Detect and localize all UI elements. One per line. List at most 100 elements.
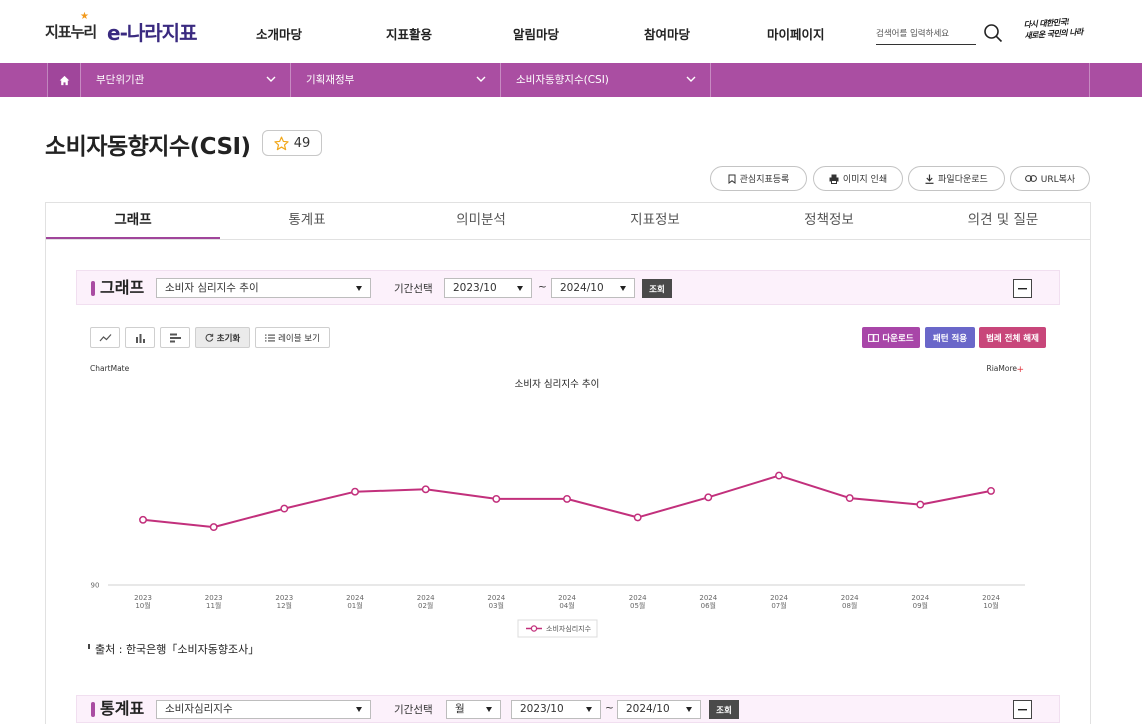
legend-item-label[interactable]: 소비자심리지수: [546, 624, 592, 633]
table-period-to-select[interactable]: 2024/10: [617, 700, 701, 719]
chart-select-value: 소비자 심리지수 추이: [165, 282, 259, 294]
breadcrumb-home[interactable]: [47, 63, 80, 97]
y-axis-labels: 90: [91, 582, 100, 590]
print-image-button[interactable]: 이미지 인쇄: [813, 166, 903, 191]
source-text: 출처 : 한국은행「소비자동향조사」: [95, 643, 260, 656]
graph-section-header: 그래프 소비자 심리지수 추이 기간선택 2023/10 ~ 2024/10 조…: [76, 270, 1060, 305]
dropdown-arrow-icon: [620, 286, 626, 291]
graph-search-button[interactable]: 조회: [642, 279, 672, 298]
label-view-button[interactable]: 레이블 보기: [255, 327, 330, 348]
tab-statistics-table[interactable]: 통계표: [220, 203, 394, 239]
breadcrumb: 부단위기관 기획재정부 소비자동향지수(CSI): [0, 63, 1142, 97]
data-point[interactable]: [280, 504, 289, 513]
x-tick-label-month: 07월: [771, 601, 786, 610]
logo-star-icon: ★: [80, 11, 89, 22]
page-title: 소비자동향지수(CSI): [45, 134, 251, 160]
list-icon: [265, 334, 276, 341]
y-tick-label: 90: [91, 582, 100, 590]
period-from-value: 2023/10: [453, 282, 497, 294]
period-unit-select[interactable]: 월: [446, 700, 501, 719]
file-download-button[interactable]: 파일다운로드: [908, 166, 1005, 191]
x-tick-label-year: 2024: [558, 594, 576, 602]
breadcrumb-select-agency-type[interactable]: 부단위기관: [80, 63, 290, 97]
site-logo[interactable]: e-나라지표: [107, 17, 197, 46]
chart-download-button[interactable]: 다운로드: [862, 327, 920, 348]
x-tick-label-year: 2024: [417, 594, 435, 602]
chart-watermark-right: RiaMore: [987, 364, 1018, 373]
horizontal-bar-chart-button[interactable]: [160, 327, 190, 348]
data-point[interactable]: [421, 485, 430, 494]
nav-item-participation[interactable]: 참여마당: [644, 24, 690, 43]
table-period-to-value: 2024/10: [626, 703, 670, 715]
table-item-select[interactable]: 소비자심리지수: [156, 700, 371, 719]
line-chart: ChartMate RiaMore + 소비자 심리지수 추이 90 20231…: [90, 364, 1025, 638]
book-icon: [868, 333, 880, 342]
data-point[interactable]: [775, 471, 783, 480]
tab-graph[interactable]: 그래프: [46, 203, 220, 239]
x-tick-label-month: 05월: [630, 601, 645, 610]
logo-sub-text[interactable]: 지표누리: [45, 21, 97, 42]
data-point[interactable]: [845, 494, 854, 503]
x-tick-label-month: 02월: [418, 601, 433, 610]
bar-chart-button[interactable]: [125, 327, 155, 348]
table-period-from-select[interactable]: 2023/10: [511, 700, 601, 719]
data-point[interactable]: [563, 494, 571, 503]
printer-icon: [829, 174, 839, 184]
tab-policy-info[interactable]: 정책정보: [742, 203, 916, 239]
bookmark-button[interactable]: 관심지표등록: [710, 166, 807, 191]
copy-url-button[interactable]: URL복사: [1010, 166, 1090, 191]
government-slogan-logo: 다시 대한민국! 새로운 국민의 나라: [1023, 15, 1096, 42]
collapse-graph-button[interactable]: [1013, 279, 1032, 298]
chart-download-label: 다운로드: [882, 333, 914, 344]
home-icon: [59, 75, 69, 85]
search-button[interactable]: [981, 21, 1005, 45]
data-point[interactable]: [139, 515, 147, 524]
search-box: [876, 21, 976, 45]
table-search-button[interactable]: 조회: [709, 700, 739, 719]
x-tick-label-month: 09월: [913, 601, 928, 610]
data-point[interactable]: [704, 493, 713, 502]
chart-reset-button[interactable]: 초기화: [195, 327, 250, 348]
favorite-count-button[interactable]: 49: [262, 130, 322, 156]
minus-icon: [1018, 708, 1027, 710]
section-marker: [91, 281, 95, 296]
x-tick-label-year: 2024: [770, 594, 788, 602]
print-label: 이미지 인쇄: [842, 175, 888, 185]
line-chart-button[interactable]: [90, 327, 120, 348]
data-point[interactable]: [351, 487, 359, 496]
label-view-label: 레이블 보기: [278, 333, 320, 344]
period-to-select[interactable]: 2024/10: [551, 278, 635, 298]
data-point[interactable]: [209, 523, 218, 532]
tab-opinion-qna[interactable]: 의견 및 질문: [916, 203, 1090, 239]
chart-watermark-left: ChartMate: [90, 364, 130, 373]
pattern-apply-button[interactable]: 패턴 적용: [925, 327, 975, 348]
legend-clear-all-button[interactable]: 범례 전체 해제: [979, 327, 1046, 348]
x-tick-label-year: 2024: [841, 594, 859, 602]
collapse-table-button[interactable]: [1013, 700, 1032, 719]
search-input[interactable]: [876, 23, 976, 45]
nav-item-notice[interactable]: 알림마당: [513, 24, 559, 43]
data-point[interactable]: [633, 513, 642, 522]
tab-indicator-info[interactable]: 지표정보: [568, 203, 742, 239]
breadcrumb-select-indicator[interactable]: 소비자동향지수(CSI): [500, 63, 710, 97]
nav-item-mypage[interactable]: 마이페이지: [767, 24, 825, 43]
period-label: 기간선택: [394, 704, 433, 716]
table-section-title: 통계표: [100, 699, 145, 718]
data-point[interactable]: [916, 500, 925, 509]
dropdown-arrow-icon: [686, 707, 692, 712]
nav-item-intro[interactable]: 소개마당: [256, 24, 302, 43]
legend-marker-swatch: [530, 625, 538, 632]
nav-item-indicator-use[interactable]: 지표활용: [386, 24, 432, 43]
period-from-select[interactable]: 2023/10: [444, 278, 532, 298]
minus-icon: [1018, 287, 1027, 289]
breadcrumb-select-ministry[interactable]: 기획재정부: [290, 63, 500, 97]
tab-analysis[interactable]: 의미분석: [394, 203, 568, 239]
data-point[interactable]: [987, 486, 995, 495]
chart-select[interactable]: 소비자 심리지수 추이: [156, 278, 371, 298]
breadcrumb-label: 소비자동향지수(CSI): [516, 74, 609, 86]
data-point[interactable]: [492, 494, 501, 503]
chart-legend[interactable]: 소비자심리지수: [517, 619, 598, 638]
chart-title: 소비자 심리지수 추이: [515, 379, 600, 390]
section-marker: [91, 702, 95, 717]
x-tick-label-year: 2023: [205, 594, 223, 602]
